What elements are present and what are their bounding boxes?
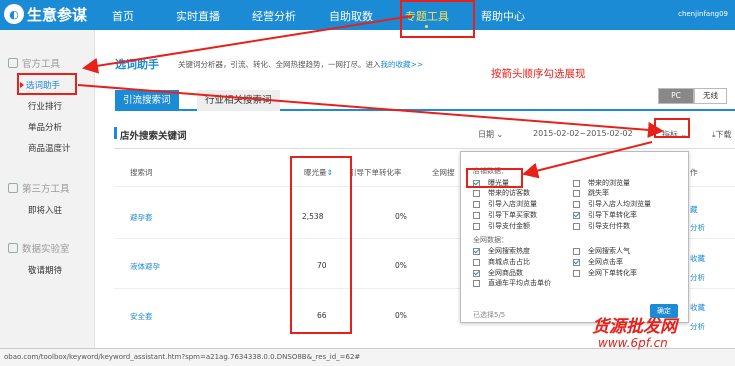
arrow-2	[77, 84, 664, 138]
watermark-text: 货源批发网	[592, 317, 677, 337]
arrow-1	[82, 15, 413, 74]
watermark-url: www.6pf.cn	[598, 336, 668, 350]
arrow-3	[522, 141, 653, 179]
status-url: obao.com/toolbox/keyword/keyword_assista…	[4, 353, 361, 361]
status-bar: obao.com/toolbox/keyword/keyword_assista…	[0, 348, 735, 366]
